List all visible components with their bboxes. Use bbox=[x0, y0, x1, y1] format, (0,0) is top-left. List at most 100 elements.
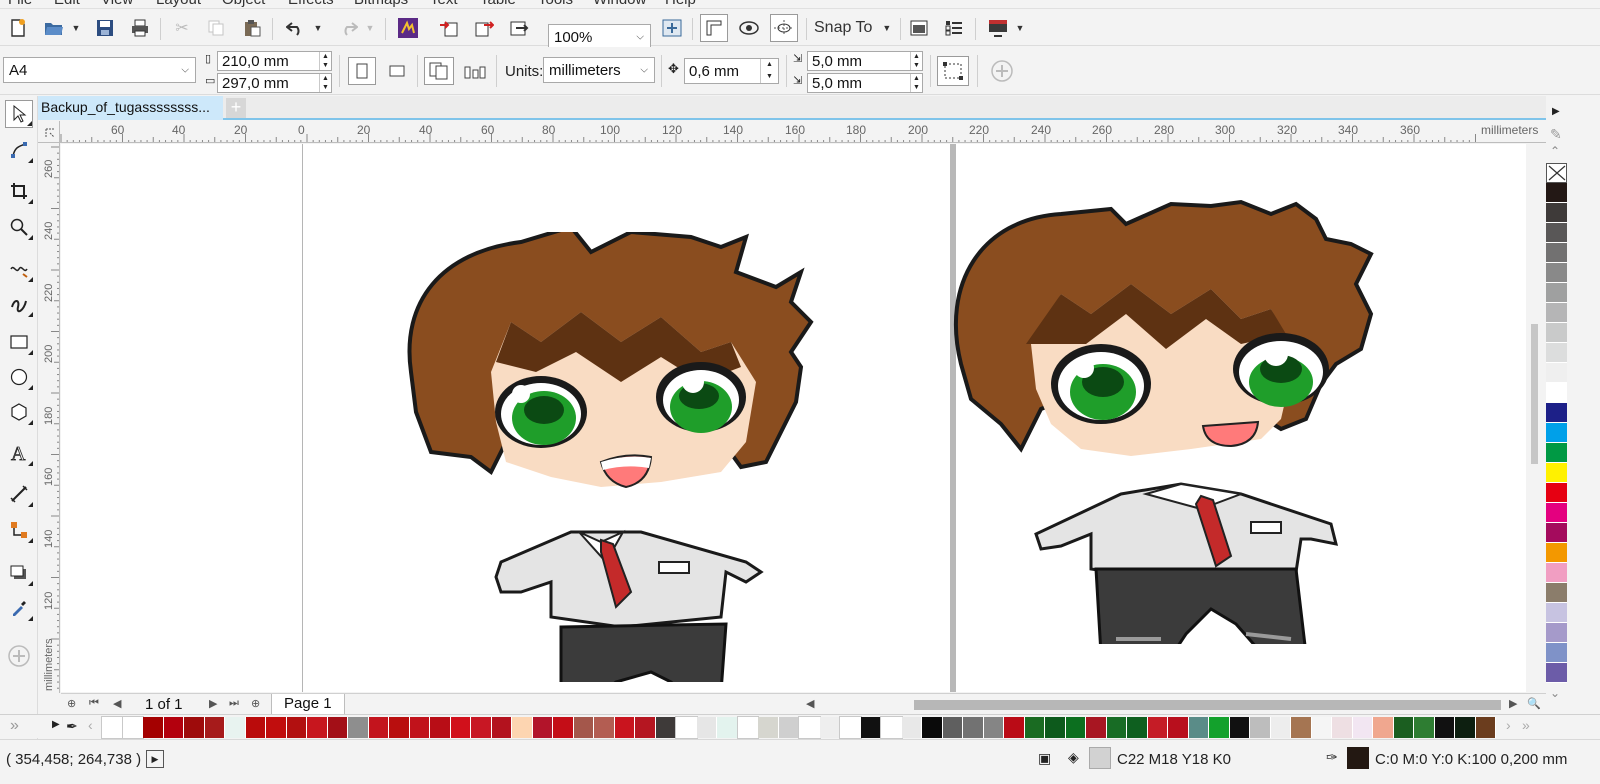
color-swatch[interactable] bbox=[922, 717, 943, 738]
color-swatch[interactable] bbox=[1065, 717, 1086, 738]
artistic-media-tool-icon[interactable] bbox=[5, 290, 33, 318]
ellipse-tool-icon[interactable] bbox=[5, 363, 33, 391]
character-bitmap[interactable] bbox=[401, 232, 841, 682]
color-swatch[interactable] bbox=[1168, 717, 1189, 738]
color-swatch[interactable] bbox=[1546, 483, 1567, 503]
menu-help[interactable]: Help bbox=[665, 0, 696, 8]
color-swatch[interactable] bbox=[266, 717, 287, 738]
color-swatch[interactable] bbox=[204, 717, 225, 738]
color-swatch[interactable] bbox=[368, 717, 389, 738]
palette-scroll-left-icon[interactable]: ‹ bbox=[88, 717, 93, 733]
spin-arrows-icon[interactable]: ▲ ▼ bbox=[910, 74, 922, 92]
color-swatch[interactable] bbox=[163, 717, 184, 738]
color-swatch[interactable] bbox=[1546, 663, 1567, 683]
zoom-tool-icon[interactable] bbox=[5, 213, 33, 241]
menu-layout[interactable]: Layout bbox=[156, 0, 201, 8]
menu-bitmaps[interactable]: Bitmaps bbox=[354, 0, 408, 8]
shape-tool-icon[interactable] bbox=[5, 136, 33, 164]
color-swatch[interactable] bbox=[471, 717, 492, 738]
add-page-after-icon[interactable]: ⊕ bbox=[251, 697, 260, 710]
color-swatch[interactable] bbox=[736, 716, 759, 739]
color-swatch[interactable] bbox=[512, 717, 533, 738]
color-swatch[interactable] bbox=[184, 717, 205, 738]
color-swatch[interactable] bbox=[1546, 383, 1567, 403]
page-height-field[interactable]: 297,0 mm ▲ ▼ bbox=[217, 73, 332, 93]
all-pages-icon[interactable] bbox=[424, 57, 454, 85]
landscape-icon[interactable] bbox=[383, 57, 411, 85]
horizontal-scroll-thumb[interactable] bbox=[914, 700, 1501, 710]
spin-arrows-icon[interactable]: ▲ ▼ bbox=[319, 52, 331, 70]
nudge-distance-field[interactable]: 0,6 mm ▲ ▼ bbox=[684, 58, 779, 84]
current-page-icon[interactable] bbox=[461, 57, 489, 85]
color-swatch[interactable] bbox=[983, 717, 1004, 738]
full-screen-icon[interactable] bbox=[660, 14, 684, 42]
document-tab[interactable]: Backup_of_tugassssssss... bbox=[38, 96, 223, 120]
redo-icon[interactable] bbox=[336, 14, 360, 42]
units-select[interactable]: millimeters ⌵ bbox=[543, 57, 655, 83]
color-swatch[interactable] bbox=[942, 717, 963, 738]
color-swatch[interactable] bbox=[675, 716, 698, 739]
scroll-up-icon[interactable]: ⌃ bbox=[1550, 144, 1560, 158]
color-proof-icon[interactable]: ▣ bbox=[1038, 750, 1051, 767]
color-swatch[interactable] bbox=[307, 717, 328, 738]
color-swatch[interactable] bbox=[1127, 717, 1148, 738]
spin-arrows-icon[interactable]: ▲ ▼ bbox=[910, 52, 922, 70]
color-swatch[interactable] bbox=[901, 717, 922, 738]
color-swatch[interactable] bbox=[245, 717, 266, 738]
undo-icon[interactable] bbox=[284, 14, 308, 42]
menu-text[interactable]: Text bbox=[430, 0, 458, 8]
duplicate-x-field[interactable]: 5,0 mm ▲ ▼ bbox=[807, 51, 923, 71]
spin-arrows-icon[interactable]: ▲ ▼ bbox=[319, 74, 331, 92]
color-swatch[interactable] bbox=[1546, 243, 1567, 263]
palette-expand-right-icon[interactable]: » bbox=[1522, 717, 1530, 733]
color-swatch[interactable] bbox=[1546, 503, 1567, 523]
color-swatch[interactable] bbox=[1546, 403, 1567, 423]
zoom-icon[interactable]: 🔍 bbox=[1527, 697, 1541, 710]
color-swatch[interactable] bbox=[1546, 643, 1567, 663]
color-swatch[interactable] bbox=[286, 717, 307, 738]
color-swatch[interactable] bbox=[1270, 717, 1291, 738]
menu-effects[interactable]: Effects bbox=[288, 0, 334, 8]
color-swatch[interactable] bbox=[1250, 717, 1271, 738]
new-icon[interactable] bbox=[6, 14, 30, 42]
color-swatch[interactable] bbox=[1546, 623, 1567, 643]
color-swatch[interactable] bbox=[1546, 183, 1567, 203]
color-swatch[interactable] bbox=[1393, 717, 1414, 738]
eyedropper-tool-icon[interactable] bbox=[5, 594, 33, 622]
color-swatch[interactable] bbox=[1352, 717, 1373, 738]
color-swatch[interactable] bbox=[1209, 717, 1230, 738]
color-swatch[interactable] bbox=[758, 717, 779, 738]
character-vector[interactable] bbox=[941, 194, 1401, 644]
color-swatch[interactable] bbox=[819, 717, 840, 738]
color-swatch[interactable] bbox=[1546, 363, 1567, 383]
color-swatch[interactable] bbox=[450, 717, 471, 738]
outline-color-swatch[interactable] bbox=[1347, 747, 1369, 769]
color-swatch[interactable] bbox=[614, 717, 635, 738]
previous-page-icon[interactable]: ◀ bbox=[113, 697, 121, 710]
color-swatch[interactable] bbox=[1546, 463, 1567, 483]
next-page-icon[interactable]: ▶ bbox=[209, 697, 217, 710]
color-swatch[interactable] bbox=[1546, 343, 1567, 363]
color-swatch[interactable] bbox=[594, 717, 615, 738]
color-swatch[interactable] bbox=[491, 717, 512, 738]
color-swatch[interactable] bbox=[1546, 583, 1567, 603]
color-swatch[interactable] bbox=[1147, 717, 1168, 738]
status-menu-icon[interactable]: ▶ bbox=[146, 750, 164, 768]
color-swatch[interactable] bbox=[1546, 543, 1567, 563]
menu-edit[interactable]: Edit bbox=[54, 0, 80, 8]
color-swatch[interactable] bbox=[348, 717, 369, 738]
color-swatch[interactable] bbox=[1546, 303, 1567, 323]
vertical-scroll-thumb[interactable] bbox=[1531, 324, 1538, 464]
undo-dropdown-icon[interactable]: ▼ bbox=[312, 14, 324, 42]
cut-icon[interactable]: ✂ bbox=[171, 14, 193, 42]
welcome-icon[interactable] bbox=[907, 14, 931, 42]
color-swatch[interactable] bbox=[1311, 717, 1332, 738]
add-tab-icon[interactable]: + bbox=[226, 98, 246, 118]
open-icon[interactable] bbox=[42, 14, 66, 42]
color-swatch[interactable] bbox=[880, 716, 903, 739]
eyedropper-icon[interactable]: ✎ bbox=[1550, 126, 1562, 143]
color-swatch[interactable] bbox=[1546, 423, 1567, 443]
freehand-tool-icon[interactable] bbox=[5, 255, 33, 283]
color-swatch[interactable] bbox=[327, 717, 348, 738]
color-swatch[interactable] bbox=[1434, 717, 1455, 738]
